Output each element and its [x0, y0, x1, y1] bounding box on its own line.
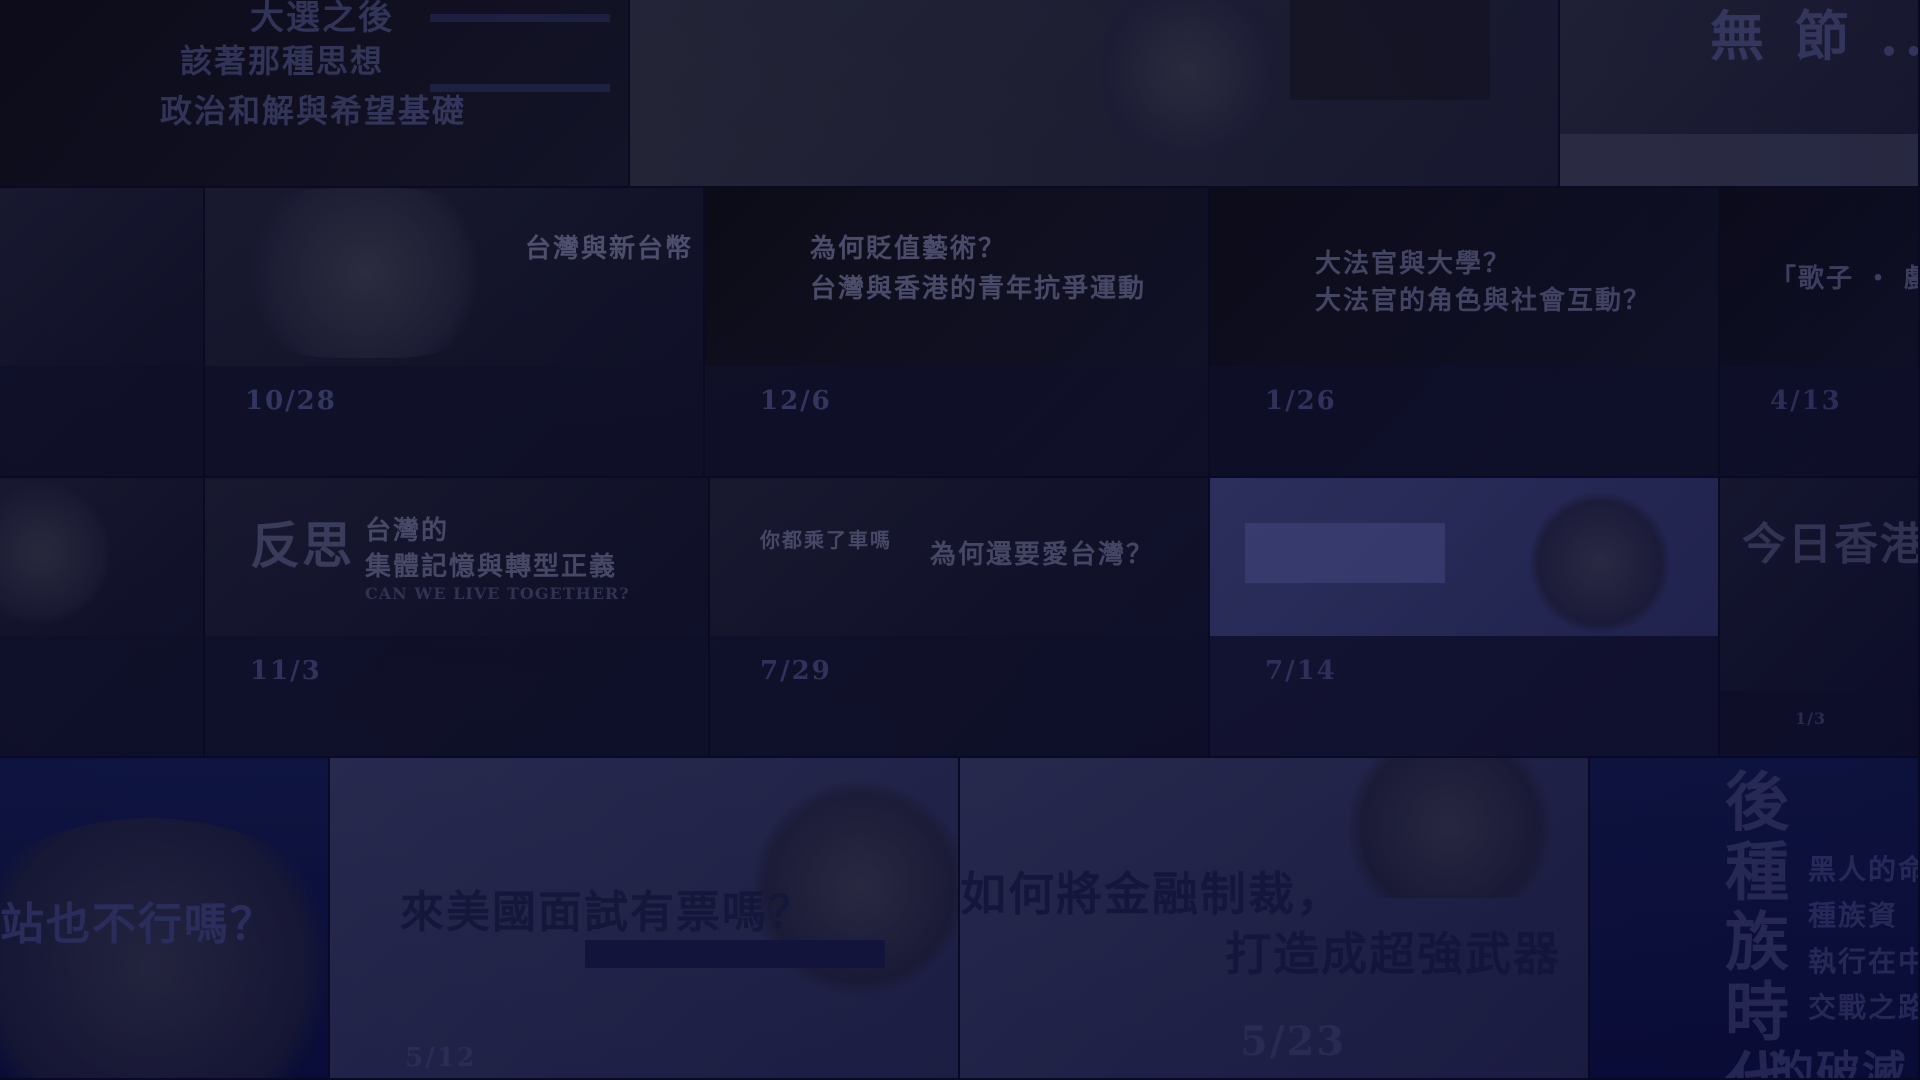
event-card: 「歌子 ・ 戲」 4/13 [1720, 188, 1920, 478]
event-card: 台灣與新台幣 10/28 [205, 188, 705, 478]
poster-label-box [1245, 523, 1445, 583]
poster-text-bar [430, 84, 610, 92]
eye-photo [225, 188, 505, 358]
event-card: 反思 台灣的 集體記憶與轉型正義 CAN WE LIVE TOGETHER? 1… [205, 478, 710, 758]
poster-text-bar [430, 14, 610, 22]
poster-title: 來美國面試有票嗎？ [400, 887, 814, 938]
poster-title: 政治和解與希望基礎 [160, 92, 467, 130]
event-meta: 7/14 [1210, 636, 1718, 756]
poster-title: 今日香港 [1742, 519, 1920, 570]
event-meta: 12/6 [705, 366, 1208, 476]
poster-footer-bar [1560, 134, 1918, 186]
poster-title: 大法官的角色與社會互動？ [1315, 286, 1652, 316]
event-card: 你都乘了車嗎 為何還要愛台灣？ 7/29 [710, 478, 1210, 758]
event-meta: 7/29 [710, 636, 1208, 756]
poster-title: 站也不行嗎？ [0, 899, 276, 950]
poster-tile: 大選之後 該著那種思想 政治和解與希望基礎 [0, 0, 630, 188]
cartoon-figure [1530, 488, 1670, 638]
poster-title-vertical: 後種族時代 [1714, 768, 1789, 1080]
event-card: 來美國面試有票嗎？ 5/12 [330, 758, 960, 1080]
poster-title: 的破滅 [1770, 1047, 1908, 1080]
event-card: 7/14 [1210, 478, 1720, 758]
event-date: 12/6 [760, 386, 832, 416]
event-date: 7/29 [760, 656, 832, 686]
poster-tile: 無 節 ... [1560, 0, 1920, 188]
event-date: 1/3 [1795, 709, 1827, 728]
poster-title: 反思 [250, 516, 354, 575]
event-card [0, 188, 205, 478]
event-card: 站也不行嗎？ [0, 758, 330, 1080]
illustration-figure [1100, 0, 1280, 180]
poster-title: 種族資 [1808, 899, 1899, 932]
poster-title: 集體記憶與轉型正義 [365, 552, 618, 582]
photo [1320, 758, 1580, 898]
event-meta: 10/28 [205, 366, 703, 476]
event-date: 7/14 [1265, 656, 1337, 686]
poster-subtitle-bar [585, 940, 885, 968]
event-card: 大法官與大學？ 大法官的角色與社會互動？ 1/26 [1210, 188, 1720, 478]
poster-title: 無 節 ... [1710, 4, 1918, 68]
poster-title: 黑人的命 [1808, 853, 1920, 886]
poster-title: 大選之後 [250, 0, 394, 38]
poster-title: 「歌子 ・ 戲」 [1770, 264, 1918, 294]
poster-tile [630, 0, 1560, 188]
poster-title: 執行在中 [1808, 945, 1920, 978]
event-meta: 1/3 [1720, 691, 1918, 756]
poster-title: 為何還要愛台灣？ [930, 540, 1155, 570]
poster-subtitle: CAN WE LIVE TOGETHER? [365, 584, 630, 603]
event-meta: 11/3 [205, 636, 708, 756]
poster-title: 該著那種思想 [180, 42, 385, 80]
event-card: 為何貶值藝術？ 台灣與香港的青年抗爭運動 12/6 [705, 188, 1210, 478]
poster-title: 交戰之路 [1808, 991, 1920, 1024]
poster-title: 台灣與香港的青年抗爭運動 [810, 274, 1147, 304]
event-meta: 1/26 [1210, 366, 1718, 476]
poster-title: 如何將金融制裁， [960, 867, 1344, 921]
poster-title: 台灣的 [365, 516, 450, 546]
event-date: 10/28 [245, 386, 337, 416]
event-meta [0, 366, 203, 476]
event-date: 11/3 [250, 656, 322, 686]
event-card [0, 478, 205, 758]
portrait-photo [0, 478, 110, 628]
event-date: 1/26 [1265, 386, 1337, 416]
poster-title: 為何貶值藝術？ [810, 234, 1007, 264]
poster-title: 你都乘了車嗎 [760, 528, 892, 552]
event-date: 4/13 [1770, 386, 1842, 416]
poster-title: 台灣與新台幣 [525, 234, 694, 264]
poster-collage-background: 大選之後 該著那種思想 政治和解與希望基礎 無 節 ... 台灣與新台幣 10/… [0, 0, 1920, 1080]
poster-frame [1290, 0, 1490, 100]
event-date: 5/12 [405, 1043, 477, 1073]
event-card: 如何將金融制裁， 打造成超強武器 5/23 [960, 758, 1590, 1080]
poster-title: 大法官與大學？ [1315, 249, 1512, 279]
event-meta [0, 636, 203, 756]
event-card: 後種族時代 黑人的命 種族資 執行在中 交戰之路 的破滅 [1590, 758, 1920, 1080]
event-meta: 4/13 [1720, 366, 1918, 476]
event-date: 5/23 [1240, 1018, 1347, 1065]
poster-title: 打造成超強武器 [1225, 927, 1561, 981]
event-card: 今日香港 1/3 [1720, 478, 1920, 758]
